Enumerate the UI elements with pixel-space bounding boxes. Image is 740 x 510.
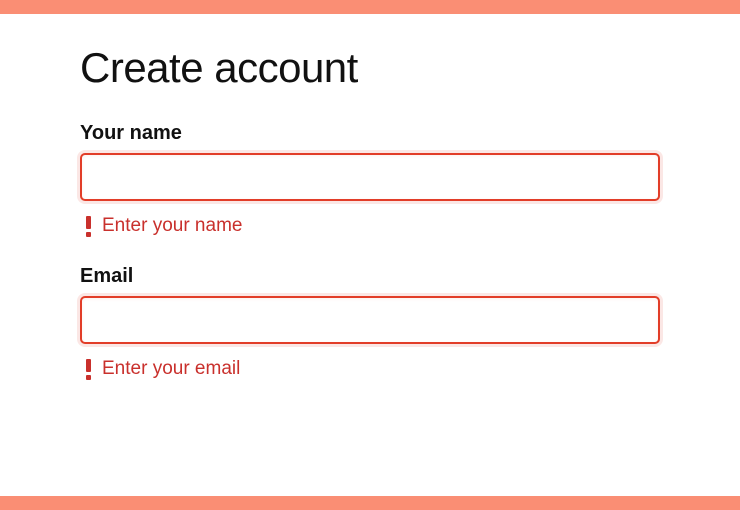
email-input[interactable] <box>80 296 660 344</box>
bottom-border-bar <box>0 496 740 510</box>
name-error-text: Enter your name <box>102 215 242 237</box>
name-input[interactable] <box>80 153 660 201</box>
page-title: Create account <box>80 44 660 92</box>
alert-icon <box>84 215 92 237</box>
email-label: Email <box>80 265 660 288</box>
email-error-row: Enter your email <box>80 358 660 380</box>
email-error-text: Enter your email <box>102 358 240 380</box>
alert-icon <box>84 358 92 380</box>
form-content: Create account Your name Enter your name… <box>0 14 740 380</box>
email-field-group: Email Enter your email <box>80 265 660 380</box>
top-border-bar <box>0 0 740 14</box>
name-field-group: Your name Enter your name <box>80 122 660 237</box>
name-label: Your name <box>80 122 660 145</box>
name-error-row: Enter your name <box>80 215 660 237</box>
